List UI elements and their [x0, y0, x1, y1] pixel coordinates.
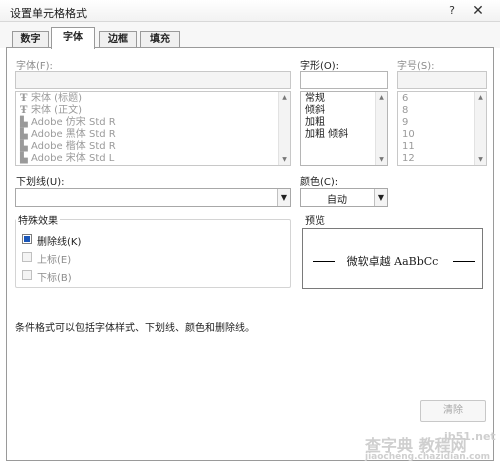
font-style-scrollbar[interactable]: ▲ ▼ — [375, 92, 387, 165]
opentype-font-icon: ▙ — [20, 117, 28, 128]
font-size-item[interactable]: 9 — [402, 117, 408, 129]
help-button[interactable]: ? — [441, 2, 463, 20]
color-label: 颜色(C): — [300, 177, 339, 188]
scroll-down-icon[interactable]: ▼ — [279, 154, 290, 165]
opentype-font-icon: ▙ — [20, 129, 28, 140]
font-list-item[interactable]: ▙ Adobe 楷体 Std R — [20, 141, 116, 153]
strikethrough-label[interactable]: 删除线(K) — [37, 233, 81, 248]
font-style-item[interactable]: 加粗 — [305, 117, 325, 129]
title-bar: 设置单元格格式 ? ✕ — [0, 0, 500, 22]
subscript-label[interactable]: 下标(B) — [37, 269, 72, 284]
effects-title: 特殊效果 — [16, 212, 60, 227]
preview-title: 预览 — [305, 216, 325, 227]
font-style-list[interactable]: 常规 倾斜 加粗 加粗 倾斜 ▲ ▼ — [300, 91, 388, 166]
window-title: 设置单元格格式 — [10, 7, 87, 20]
chevron-down-icon[interactable]: ▼ — [374, 189, 387, 206]
tab-strip: 数字 字体 边框 填充 — [0, 22, 500, 49]
font-list-item[interactable]: Ŧ 宋体 (正文) — [20, 105, 82, 117]
font-size-scrollbar[interactable]: ▲ ▼ — [474, 92, 486, 165]
font-style-label: 字形(O): — [300, 61, 340, 72]
preview-sample: 微软卓越 AaBbCc — [346, 255, 439, 268]
font-list-scrollbar[interactable]: ▲ ▼ — [278, 92, 290, 165]
superscript-label[interactable]: 上标(E) — [37, 251, 71, 266]
font-style-item[interactable]: 常规 — [305, 93, 325, 105]
preview-box: 微软卓越 AaBbCc — [302, 228, 483, 289]
font-size-item[interactable]: 6 — [402, 93, 408, 105]
font-size-item[interactable]: 10 — [402, 129, 415, 141]
tab-border[interactable]: 边框 — [99, 31, 137, 48]
color-select[interactable]: 自动 ▼ — [300, 188, 388, 207]
scroll-down-icon[interactable]: ▼ — [475, 154, 486, 165]
superscript-checkbox[interactable] — [22, 252, 32, 262]
font-input[interactable] — [15, 71, 291, 89]
scroll-up-icon[interactable]: ▲ — [376, 92, 387, 103]
scroll-up-icon[interactable]: ▲ — [475, 92, 486, 103]
font-list-item[interactable]: Ŧ 宋体 (标题) — [20, 93, 82, 105]
font-size-item[interactable]: 8 — [402, 105, 408, 117]
close-button[interactable]: ✕ — [467, 2, 489, 20]
underline-select[interactable]: ▼ — [15, 188, 291, 207]
strikethrough-checkbox[interactable] — [22, 234, 32, 244]
font-list-item[interactable]: ▙ Adobe 宋体 Std L — [20, 153, 114, 165]
watermark-corner: jb51.net — [444, 430, 496, 443]
font-size-input[interactable] — [397, 71, 487, 89]
font-size-item[interactable]: 11 — [402, 141, 415, 153]
tab-font[interactable]: 字体 — [51, 27, 95, 49]
truetype-font-icon: Ŧ — [20, 93, 28, 104]
scroll-up-icon[interactable]: ▲ — [279, 92, 290, 103]
opentype-font-icon: ▙ — [20, 141, 28, 152]
truetype-font-icon: Ŧ — [20, 105, 28, 116]
font-size-label: 字号(S): — [397, 61, 435, 72]
scroll-down-icon[interactable]: ▼ — [376, 154, 387, 165]
watermark-url: jiaocheng.chazidian.com — [365, 452, 491, 462]
info-note: 条件格式可以包括字体样式、下划线、颜色和删除线。 — [15, 323, 255, 334]
font-label: 字体(F): — [16, 61, 53, 72]
tab-fill[interactable]: 填充 — [140, 31, 180, 48]
font-style-item[interactable]: 加粗 倾斜 — [305, 129, 348, 141]
font-style-item[interactable]: 倾斜 — [305, 105, 325, 117]
tab-number[interactable]: 数字 — [12, 31, 49, 48]
opentype-font-icon: ▙ — [20, 153, 28, 164]
font-list-item[interactable]: ▙ Adobe 仿宋 Std R — [20, 117, 116, 129]
font-size-list[interactable]: 6 8 9 10 11 12 ▲ ▼ — [397, 91, 487, 166]
chevron-down-icon[interactable]: ▼ — [277, 189, 290, 206]
subscript-checkbox[interactable] — [22, 270, 32, 280]
font-list-item[interactable]: ▙ Adobe 黑体 Std R — [20, 129, 116, 141]
font-style-input[interactable] — [300, 71, 388, 89]
underline-label: 下划线(U): — [16, 177, 65, 188]
font-list[interactable]: Ŧ 宋体 (标题) Ŧ 宋体 (正文) ▙ Adobe 仿宋 Std R ▙ Adobe… — [15, 91, 291, 166]
font-size-item[interactable]: 12 — [402, 153, 415, 165]
clear-button[interactable]: 清除 — [420, 400, 486, 422]
